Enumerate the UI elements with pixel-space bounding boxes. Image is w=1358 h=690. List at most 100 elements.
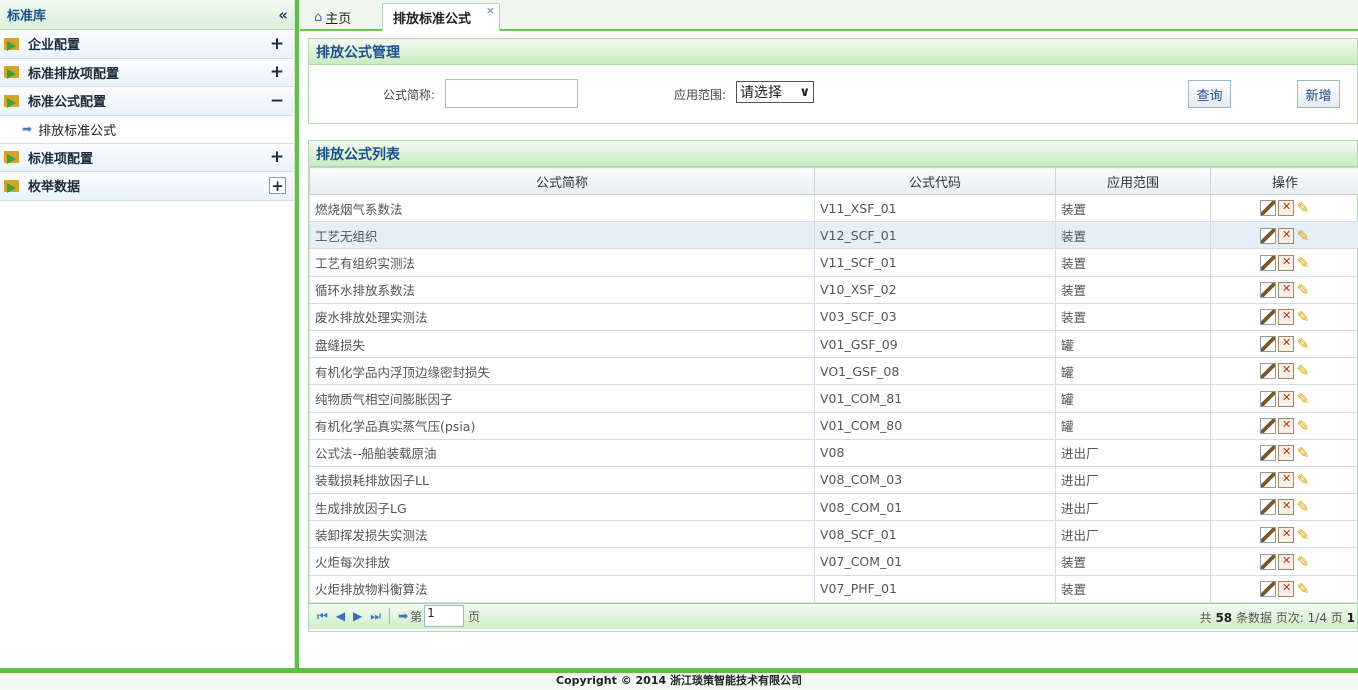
delete-icon[interactable] — [1278, 309, 1294, 326]
delete-icon[interactable] — [1278, 526, 1294, 543]
edit-icon[interactable] — [1260, 499, 1276, 516]
delete-icon[interactable] — [1278, 227, 1294, 244]
expand-icon[interactable]: + — [268, 64, 286, 81]
table-row[interactable]: 生成排放因子LGV08_COM_01进出厂 ✎ — [309, 493, 1358, 522]
tab-home[interactable]: ⌂ 主页 — [304, 3, 378, 31]
table-row[interactable]: 有机化学品内浮顶边缘密封损失VO1_GSF_08罐 ✎ — [309, 357, 1358, 386]
pencil-icon[interactable]: ✎ — [1296, 200, 1310, 216]
table-row[interactable]: 有机化学品真实蒸气压(psia)V01_COM_80罐 ✎ — [309, 411, 1358, 440]
sidebar-item-label: 标准项配置 — [28, 151, 94, 167]
edit-icon[interactable] — [1260, 417, 1276, 434]
table-row[interactable]: 工艺有组织实测法V11_SCF_01装置 ✎ — [309, 248, 1358, 277]
table-row[interactable]: 循环水排放系数法V10_XSF_02装置 ✎ — [309, 275, 1358, 304]
cell-scope: 进出厂 — [1055, 438, 1211, 467]
next-page-icon[interactable]: ▶ — [353, 609, 362, 623]
scope-select[interactable]: 请选择 ∨ — [736, 81, 814, 103]
expand-icon[interactable]: + — [269, 177, 286, 195]
edit-icon[interactable] — [1260, 200, 1276, 217]
edit-icon[interactable] — [1260, 281, 1276, 298]
edit-icon[interactable] — [1260, 227, 1276, 244]
sidebar-item-formula-config[interactable]: 标准公式配置 − — [0, 87, 294, 116]
expand-icon[interactable]: + — [268, 35, 286, 52]
table-row[interactable]: 废水排放处理实测法V03_SCF_03装置 ✎ — [309, 302, 1358, 331]
delete-icon[interactable] — [1278, 472, 1294, 489]
trailing-page: 1 — [1346, 610, 1355, 625]
edit-icon[interactable] — [1260, 526, 1276, 543]
delete-icon[interactable] — [1278, 553, 1294, 570]
pencil-icon[interactable]: ✎ — [1296, 363, 1310, 379]
edit-icon[interactable] — [1260, 309, 1276, 326]
table-row[interactable]: 盘缝损失V01_GSF_09罐 ✎ — [309, 329, 1358, 359]
column-header-name[interactable]: 公式简称 — [309, 167, 815, 195]
cell-formula-name: 火炬排放物料衡算法 — [309, 574, 815, 603]
add-button[interactable]: 新增 — [1297, 80, 1340, 108]
last-page-icon[interactable]: ⏭ — [370, 609, 381, 624]
edit-icon[interactable] — [1260, 553, 1276, 570]
table-row[interactable]: 装载损耗排放因子LLV08_COM_03进出厂 ✎ — [309, 465, 1358, 495]
page-number-input[interactable]: 1 — [424, 605, 465, 628]
pager-divider — [389, 608, 391, 625]
delete-icon[interactable] — [1278, 445, 1294, 462]
sidebar-splitter[interactable] — [295, 0, 299, 668]
edit-icon[interactable] — [1260, 580, 1276, 597]
edit-icon[interactable] — [1260, 363, 1276, 380]
pencil-icon[interactable]: ✎ — [1296, 336, 1310, 352]
delete-icon[interactable] — [1278, 200, 1294, 217]
first-page-icon[interactable]: ⏮ — [317, 609, 328, 624]
pencil-icon[interactable]: ✎ — [1296, 472, 1310, 488]
pencil-icon[interactable]: ✎ — [1296, 527, 1310, 543]
sidebar-item-enterprise-config[interactable]: 企业配置 + — [0, 30, 294, 59]
sidebar-item-emission-item-config[interactable]: 标准排放项配置 + — [0, 58, 294, 87]
cell-actions: ✎ — [1210, 465, 1358, 495]
pencil-icon[interactable]: ✎ — [1296, 228, 1310, 244]
sidebar-item-standard-item-config[interactable]: 标准项配置 + — [0, 143, 294, 172]
pencil-icon[interactable]: ✎ — [1296, 445, 1310, 461]
collapse-sidebar-icon[interactable]: « — [278, 6, 288, 24]
total-prefix: 共 — [1199, 610, 1212, 625]
pencil-icon[interactable]: ✎ — [1296, 255, 1310, 271]
query-button[interactable]: 查询 — [1188, 80, 1231, 108]
sidebar-subitem-emission-formula[interactable]: ➡ 排放标准公式 — [0, 115, 294, 144]
formula-name-input[interactable] — [445, 79, 578, 108]
delete-icon[interactable] — [1278, 499, 1294, 516]
pencil-icon[interactable]: ✎ — [1296, 581, 1310, 597]
pencil-icon[interactable]: ✎ — [1296, 282, 1310, 298]
cell-scope: 进出厂 — [1055, 493, 1211, 522]
pencil-icon[interactable]: ✎ — [1296, 309, 1310, 325]
pencil-icon[interactable]: ✎ — [1296, 391, 1310, 407]
table-row[interactable]: 纯物质气相空间膨胀因子V01_COM_81罐 ✎ — [309, 384, 1358, 413]
close-icon[interactable]: × — [486, 4, 495, 17]
delete-icon[interactable] — [1278, 363, 1294, 380]
collapse-icon[interactable]: − — [268, 92, 286, 109]
tab-emission-formula[interactable]: 排放标准公式 × — [382, 3, 500, 31]
table-row[interactable]: 火炬每次排放V07_COM_01装置 ✎ — [309, 547, 1358, 576]
prev-page-icon[interactable]: ◀ — [336, 609, 345, 623]
edit-icon[interactable] — [1260, 336, 1276, 353]
edit-icon[interactable] — [1260, 445, 1276, 462]
delete-icon[interactable] — [1278, 580, 1294, 597]
pencil-icon[interactable]: ✎ — [1296, 418, 1310, 434]
delete-icon[interactable] — [1278, 417, 1294, 434]
delete-icon[interactable] — [1278, 281, 1294, 298]
total-count: 58 — [1215, 610, 1233, 625]
delete-icon[interactable] — [1278, 390, 1294, 407]
table-row[interactable]: 燃烧烟气系数法V11_XSF_01装置 ✎ — [309, 193, 1358, 223]
table-row[interactable]: 装卸挥发损失实测法V08_SCF_01进出厂 ✎ — [309, 520, 1358, 549]
edit-icon[interactable] — [1260, 472, 1276, 489]
column-header-code[interactable]: 公式代码 — [814, 167, 1056, 195]
pencil-icon[interactable]: ✎ — [1296, 499, 1310, 515]
column-header-scope[interactable]: 应用范围 — [1055, 167, 1211, 195]
expand-icon[interactable]: + — [268, 149, 286, 166]
pencil-icon[interactable]: ✎ — [1296, 554, 1310, 570]
edit-icon[interactable] — [1260, 390, 1276, 407]
chevron-down-icon: ∨ — [799, 84, 810, 100]
go-page-icon[interactable]: ➡ — [398, 609, 408, 623]
delete-icon[interactable] — [1278, 336, 1294, 353]
sidebar-item-enum-data[interactable]: 枚举数据 + — [0, 172, 294, 201]
table-row[interactable]: 火炬排放物料衡算法V07_PHF_01装置 ✎ — [309, 574, 1358, 603]
cell-scope: 进出厂 — [1055, 465, 1211, 495]
delete-icon[interactable] — [1278, 254, 1294, 271]
table-row[interactable]: 公式法--船舶装载原油V08进出厂 ✎ — [309, 438, 1358, 467]
table-row[interactable]: 工艺无组织V12_SCF_01装置 ✎ — [309, 221, 1358, 250]
edit-icon[interactable] — [1260, 254, 1276, 271]
